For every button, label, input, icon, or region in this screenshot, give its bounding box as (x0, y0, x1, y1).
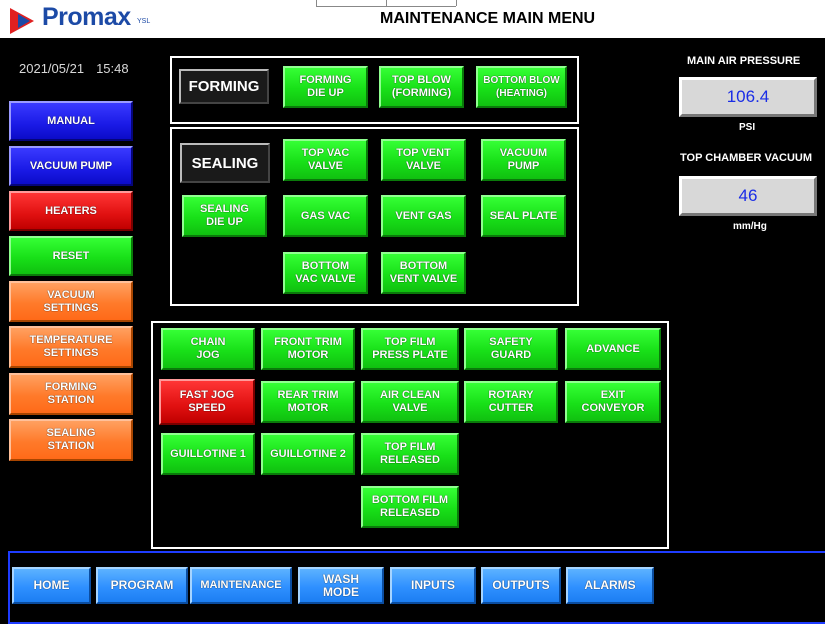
rear-trim-motor-button[interactable]: REAR TRIM MOTOR (261, 381, 355, 423)
header-divider (316, 6, 456, 7)
guillotine-1-button[interactable]: GUILLOTINE 1 (161, 433, 255, 475)
advance-button[interactable]: ADVANCE (565, 328, 661, 370)
sealing-die-up-button[interactable]: SEALING DIE UP (182, 195, 267, 237)
header-divider (456, 0, 457, 6)
air-pressure-unit: PSI (739, 122, 756, 133)
sealing-station-button[interactable]: SEALING STATION (9, 419, 133, 461)
guillotine-2-button[interactable]: GUILLOTINE 2 (261, 433, 355, 475)
nav-inputs-button[interactable]: INPUTS (390, 567, 476, 604)
bottom-film-released-button[interactable]: BOTTOM FILM RELEASED (361, 486, 459, 528)
manual-button[interactable]: MANUAL (9, 101, 133, 141)
front-trim-motor-button[interactable]: FRONT TRIM MOTOR (261, 328, 355, 370)
bottom-vac-valve-button[interactable]: BOTTOM VAC VALVE (283, 252, 368, 294)
logo-subtext: YSL (137, 18, 151, 25)
forming-group-label: FORMING (179, 69, 269, 104)
bottom-vent-valve-button[interactable]: BOTTOM VENT VALVE (381, 252, 466, 294)
logo-text: Promax (42, 3, 131, 31)
top-film-released-button[interactable]: TOP FILM RELEASED (361, 433, 459, 475)
promax-logo-icon (10, 8, 34, 34)
seal-plate-button[interactable]: SEAL PLATE (481, 195, 566, 237)
sealing-group-label: SEALING (180, 143, 270, 183)
heaters-button[interactable]: HEATERS (9, 191, 133, 231)
chain-jog-button[interactable]: CHAIN JOG (161, 328, 255, 370)
top-vac-valve-button[interactable]: TOP VAC VALVE (283, 139, 368, 181)
nav-alarms-button[interactable]: ALARMS (566, 567, 654, 604)
nav-wash-mode-button[interactable]: WASH MODE (298, 567, 384, 604)
date-text: 2021/05/21 (19, 61, 85, 76)
fast-jog-speed-button[interactable]: FAST JOG SPEED (159, 379, 255, 425)
chamber-vacuum-unit: mm/Hg (733, 221, 767, 232)
top-film-press-plate-button[interactable]: TOP FILM PRESS PLATE (361, 328, 459, 370)
nav-outputs-button[interactable]: OUTPUTS (481, 567, 561, 604)
datetime-display: 2021/05/21 15:48 (19, 61, 141, 76)
gas-vac-button[interactable]: GAS VAC (283, 195, 368, 237)
rotary-cutter-button[interactable]: ROTARY CUTTER (464, 381, 558, 423)
nav-home-button[interactable]: HOME (12, 567, 91, 604)
safety-guard-button[interactable]: SAFETY GUARD (464, 328, 558, 370)
forming-station-button[interactable]: FORMING STATION (9, 373, 133, 415)
bottom-blow-heating-button[interactable]: BOTTOM BLOW (HEATING) (476, 66, 567, 108)
air-pressure-title: MAIN AIR PRESSURE (687, 55, 801, 67)
vacuum-settings-button[interactable]: VACUUM SETTINGS (9, 281, 133, 322)
vacuum-pump-button[interactable]: VACUUM PUMP (481, 139, 566, 181)
air-clean-valve-button[interactable]: AIR CLEAN VALVE (361, 381, 459, 423)
top-vent-valve-button[interactable]: TOP VENT VALVE (381, 139, 466, 181)
temperature-settings-button[interactable]: TEMPERATURE SETTINGS (9, 326, 133, 368)
air-pressure-readout: 106.4 (679, 77, 817, 117)
nav-program-button[interactable]: PROGRAM (96, 567, 188, 604)
chamber-vacuum-readout: 46 (679, 176, 817, 216)
chamber-vacuum-title: TOP CHAMBER VACUUM (680, 152, 813, 164)
page-title: MAINTENANCE MAIN MENU (380, 10, 596, 27)
top-blow-forming-button[interactable]: TOP BLOW (FORMING) (379, 66, 464, 108)
nav-maintenance-button[interactable]: MAINTENANCE (190, 567, 292, 604)
reset-button[interactable]: RESET (9, 236, 133, 276)
vent-gas-button[interactable]: VENT GAS (381, 195, 466, 237)
forming-die-up-button[interactable]: FORMING DIE UP (283, 66, 368, 108)
time-text: 15:48 (96, 61, 129, 76)
exit-conveyor-button[interactable]: EXIT CONVEYOR (565, 381, 661, 423)
vacuum-pump-mode-button[interactable]: VACUUM PUMP (9, 146, 133, 186)
